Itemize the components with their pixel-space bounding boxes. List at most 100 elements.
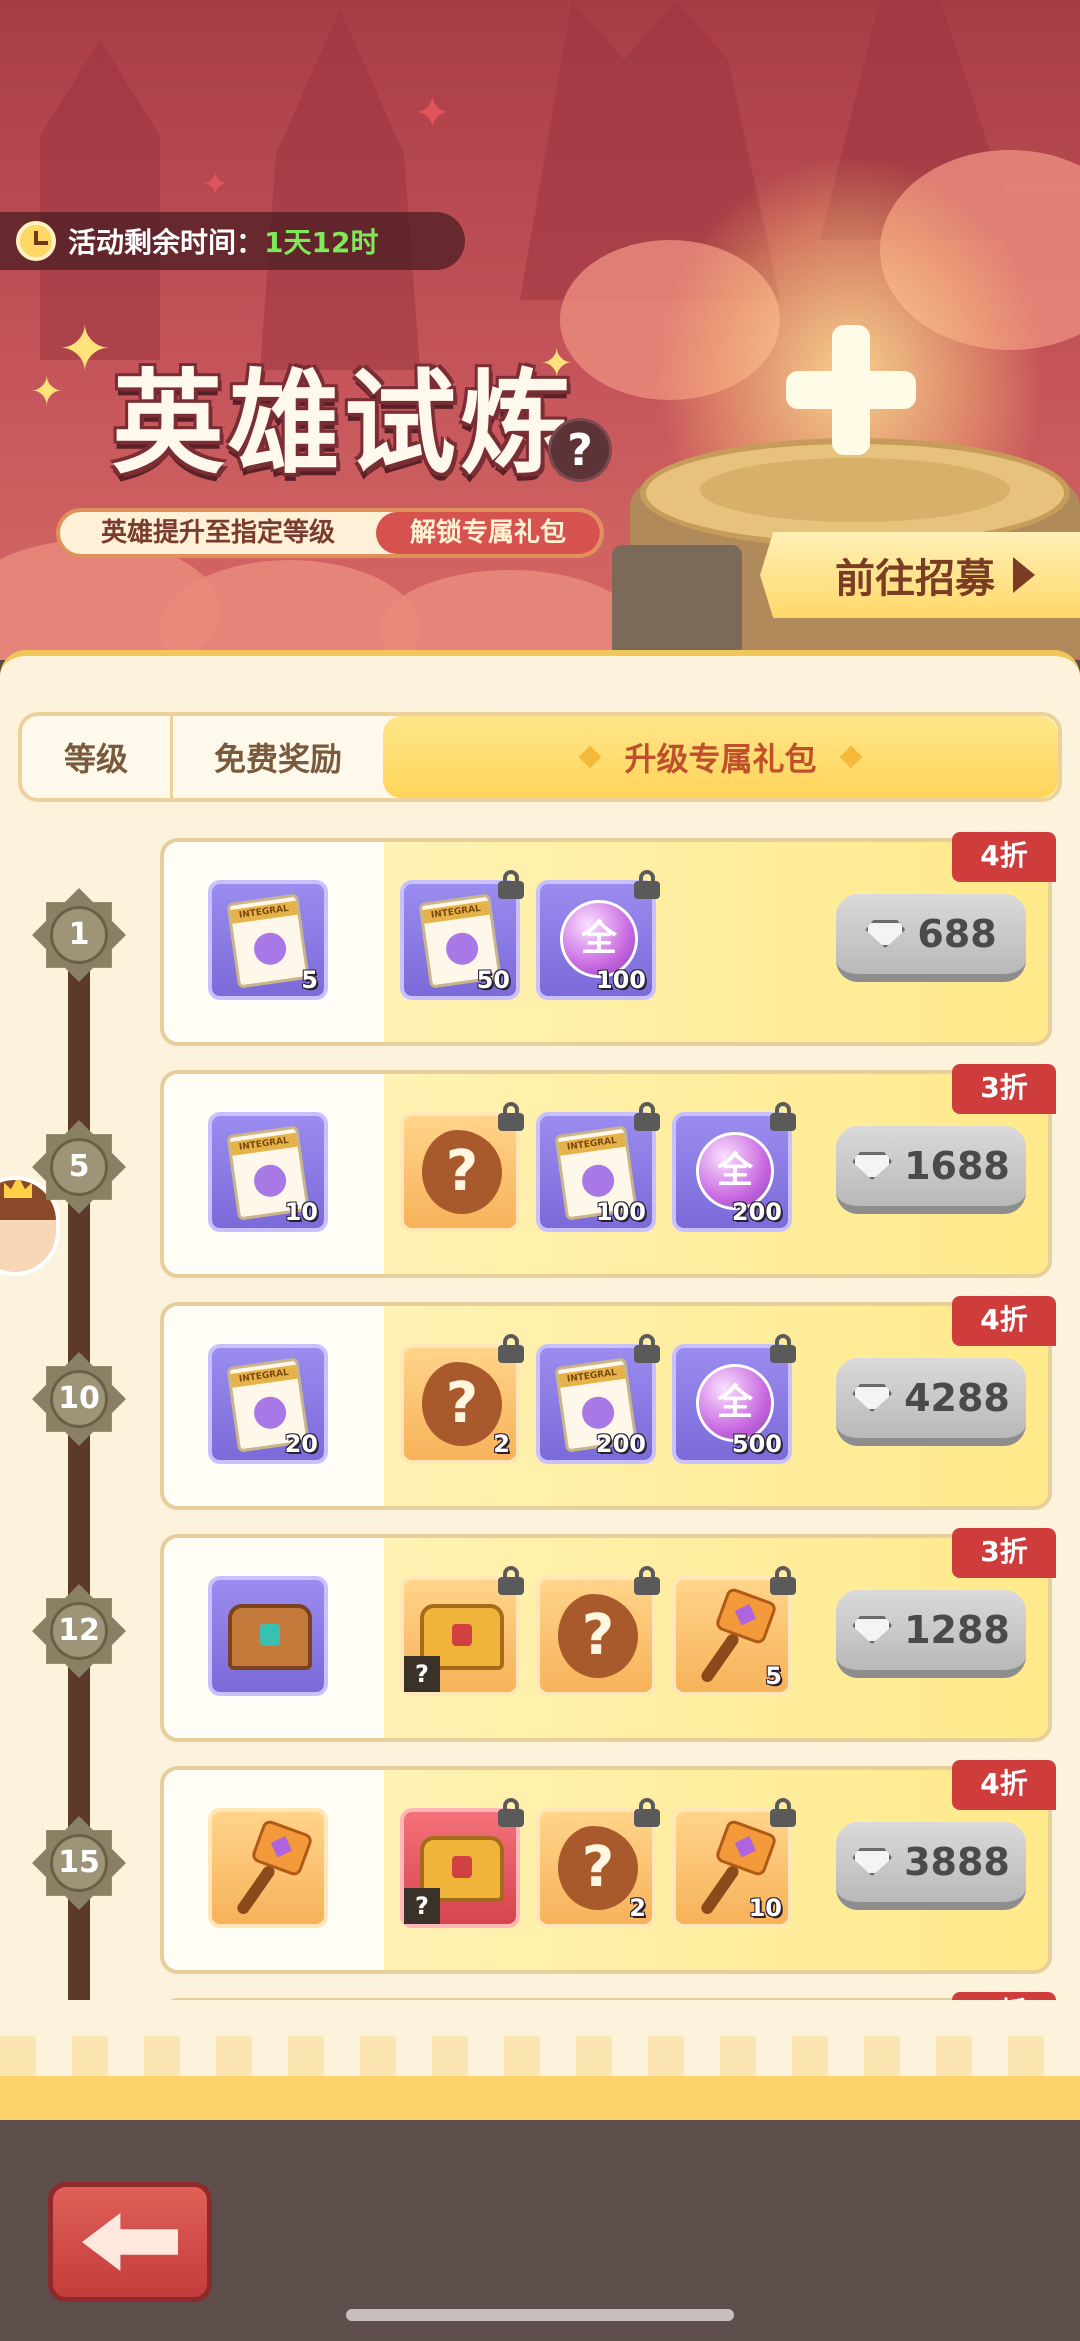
paid-reward-slot[interactable]: INTEGRAL 200 bbox=[536, 1334, 660, 1464]
buy-pack-button[interactable]: 1288 bbox=[836, 1590, 1026, 1678]
buy-pack-button[interactable]: 1688 bbox=[836, 1126, 1026, 1214]
reward-row: 3折 INTEGRAL 10 ? INTEGRAL 100 全 200 1688 bbox=[160, 1064, 1056, 1278]
paid-reward-slot[interactable]: 10 bbox=[672, 1798, 796, 1928]
lock-icon bbox=[770, 1102, 796, 1131]
diamond-ornament-icon bbox=[579, 745, 602, 769]
paid-reward-slot[interactable]: 5 bbox=[672, 1566, 796, 1696]
mystery-mark: ? bbox=[404, 1888, 440, 1924]
paid-reward-slot[interactable]: INTEGRAL 50 bbox=[400, 870, 524, 1000]
paid-reward-slot[interactable]: ? bbox=[400, 1102, 524, 1232]
diamond-icon bbox=[852, 1616, 893, 1644]
timer-label: 活动剩余时间： bbox=[68, 226, 265, 259]
price-value: 3888 bbox=[904, 1840, 1010, 1884]
level-number: 1 bbox=[50, 906, 108, 964]
lock-icon bbox=[498, 1102, 524, 1131]
lock-icon bbox=[634, 1566, 660, 1595]
discount-badge: 3折 bbox=[952, 1528, 1056, 1578]
level-node: 12 bbox=[32, 1584, 126, 1678]
lock-icon bbox=[498, 870, 524, 899]
level-number: 12 bbox=[50, 1602, 108, 1660]
reward-qty: 200 bbox=[595, 1430, 646, 1458]
discount-badge: 4折 bbox=[952, 1760, 1056, 1810]
lock-icon bbox=[770, 1566, 796, 1595]
buy-pack-button[interactable]: 688 bbox=[836, 894, 1026, 982]
free-reward-slot[interactable]: INTEGRAL 10 bbox=[208, 1112, 328, 1232]
integral-scroll-icon: INTEGRAL bbox=[226, 893, 310, 989]
lock-icon bbox=[498, 1566, 524, 1595]
altar-tower bbox=[612, 545, 742, 660]
price-value: 1688 bbox=[904, 1144, 1010, 1188]
mystery-mark: ? bbox=[404, 1656, 440, 1692]
reward-row: 3折 ? ? 5 1288 bbox=[160, 1528, 1056, 1742]
buy-pack-button[interactable]: 3888 bbox=[836, 1822, 1026, 1910]
paid-reward-slot[interactable]: ? 2 bbox=[536, 1798, 660, 1928]
discount-badge: 4折 bbox=[952, 832, 1056, 882]
play-arrow-icon bbox=[1013, 557, 1035, 593]
buy-pack-button[interactable]: 4288 bbox=[836, 1358, 1026, 1446]
paid-reward-slot[interactable]: 全 200 bbox=[672, 1102, 796, 1232]
paid-reward-slot[interactable]: ? bbox=[400, 1566, 524, 1696]
event-header: ✦ ✦ ✦ ✦ ✦ 活动剩余时间： 1天12时 英雄试炼 ? 英雄提升至指定等级… bbox=[0, 0, 1080, 660]
lock-icon bbox=[498, 1798, 524, 1827]
mystery-hero-icon: ? bbox=[558, 1826, 638, 1910]
tab-upgrade-pack-label: 升级专属礼包 bbox=[624, 740, 817, 778]
lock-icon bbox=[634, 870, 660, 899]
discount-badge: 3折 bbox=[952, 1064, 1056, 1114]
free-reward-slot[interactable]: INTEGRAL 20 bbox=[208, 1344, 328, 1464]
lock-icon bbox=[634, 1334, 660, 1363]
diamond-icon bbox=[852, 1848, 893, 1876]
plus-icon bbox=[786, 325, 916, 455]
paid-reward-slot[interactable]: ? 2 bbox=[400, 1334, 524, 1464]
free-reward-slot[interactable] bbox=[208, 1808, 328, 1928]
mystery-hero-icon: ? bbox=[422, 1362, 502, 1446]
sparkle-icon: ✦ bbox=[58, 313, 112, 387]
subtitle-condition: 英雄提升至指定等级 bbox=[100, 518, 335, 548]
reward-qty: 100 bbox=[595, 1198, 646, 1226]
event-title: 英雄试炼 bbox=[112, 359, 576, 489]
castle-silhouette bbox=[260, 10, 420, 370]
paid-reward-slot[interactable]: INTEGRAL 100 bbox=[536, 1102, 660, 1232]
event-timer: 活动剩余时间： 1天12时 bbox=[0, 212, 465, 270]
lock-icon bbox=[498, 1334, 524, 1363]
reward-row: 4折 INTEGRAL 5 INTEGRAL 50 全 100 688 bbox=[160, 832, 1056, 1046]
diamond-icon bbox=[865, 920, 906, 948]
level-number: 5 bbox=[50, 1138, 108, 1196]
back-button[interactable] bbox=[48, 2182, 212, 2302]
lock-icon bbox=[634, 1798, 660, 1827]
reward-qty: 2 bbox=[493, 1430, 510, 1458]
back-arrow-icon bbox=[82, 2213, 178, 2271]
level-number: 15 bbox=[50, 1834, 108, 1892]
timer-value: 1天12时 bbox=[264, 226, 379, 259]
paid-reward-slot[interactable]: ? bbox=[400, 1798, 524, 1928]
altar-inner bbox=[700, 458, 1010, 522]
tab-upgrade-pack: 升级专属礼包 bbox=[383, 716, 1058, 798]
lock-icon bbox=[770, 1798, 796, 1827]
home-indicator[interactable] bbox=[346, 2309, 734, 2321]
free-reward-slot[interactable] bbox=[208, 1576, 328, 1696]
clock-icon bbox=[16, 221, 56, 261]
panel-bottom-edge bbox=[0, 2076, 1080, 2120]
level-number: 10 bbox=[50, 1370, 108, 1428]
help-button[interactable]: ? bbox=[548, 418, 612, 482]
lock-icon bbox=[634, 1102, 660, 1131]
event-subtitle: 英雄提升至指定等级 解锁专属礼包 bbox=[56, 508, 604, 558]
paid-reward-slot[interactable]: 全 500 bbox=[672, 1334, 796, 1464]
reward-qty: 200 bbox=[731, 1198, 782, 1226]
level-node: 10 bbox=[32, 1352, 126, 1446]
diamond-ornament-icon bbox=[839, 745, 862, 769]
reward-column-tabs: 等级 免费奖励 升级专属礼包 bbox=[18, 712, 1062, 802]
level-node: 5 bbox=[32, 1120, 126, 1214]
sparkle-icon: ✦ bbox=[414, 88, 451, 139]
level-node: 15 bbox=[32, 1816, 126, 1910]
price-value: 4288 bbox=[904, 1376, 1010, 1420]
go-recruit-label: 前往招募 bbox=[835, 556, 995, 602]
diamond-icon bbox=[852, 1152, 893, 1180]
go-recruit-button[interactable]: 前往招募 bbox=[760, 532, 1080, 618]
reward-qty: 5 bbox=[301, 966, 318, 994]
paid-reward-slot[interactable]: 全 100 bbox=[536, 870, 660, 1000]
diamond-icon bbox=[852, 1384, 893, 1412]
treasure-chest-icon bbox=[228, 1604, 312, 1670]
reward-qty: 5 bbox=[765, 1662, 782, 1690]
free-reward-slot[interactable]: INTEGRAL 5 bbox=[208, 880, 328, 1000]
paid-reward-slot[interactable]: ? bbox=[536, 1566, 660, 1696]
